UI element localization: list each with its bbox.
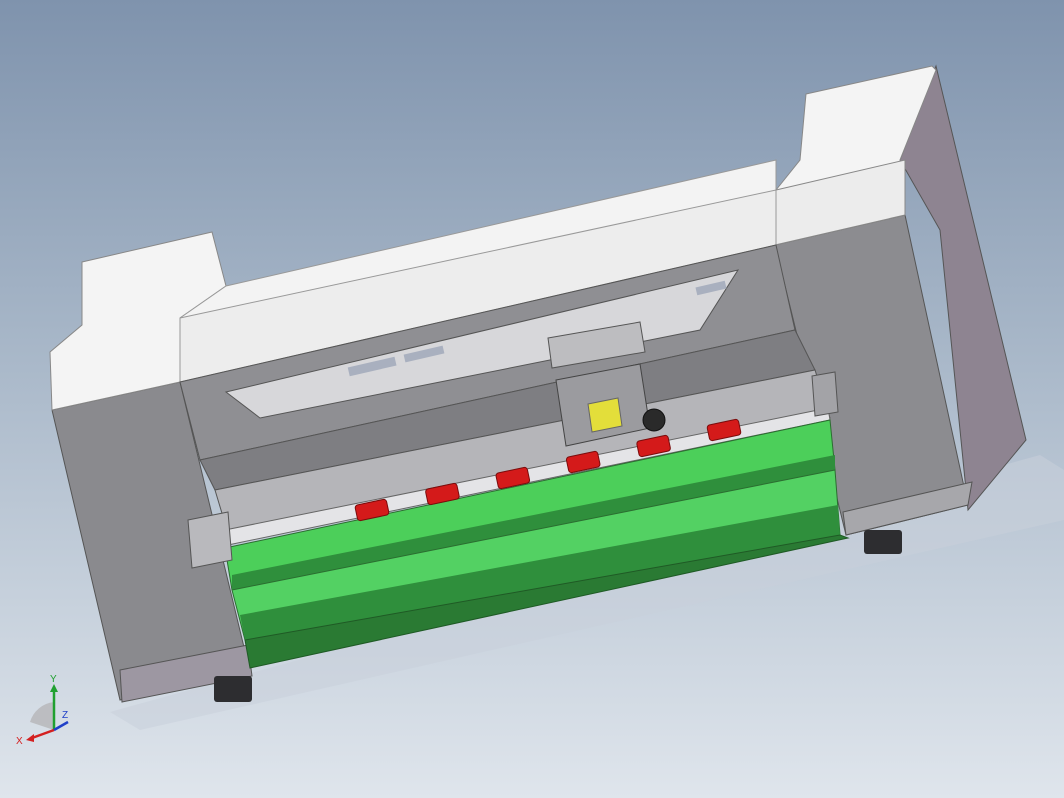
y-axis-head — [50, 684, 58, 692]
triad-sector — [30, 702, 54, 730]
axis-triad: Y X Z — [16, 674, 69, 747]
carriage-knob — [642, 408, 666, 432]
x-axis-arrow — [31, 728, 55, 740]
cad-viewport[interactable]: Y X Z — [0, 0, 1064, 798]
left-side-fixture — [187, 511, 233, 569]
foot-left — [214, 676, 252, 702]
z-axis-label: Z — [62, 710, 68, 721]
x-axis-head — [26, 734, 34, 742]
printer-3d-model[interactable] — [0, 0, 1064, 798]
x-axis-label: X — [16, 736, 23, 747]
z-axis-arrow — [53, 720, 69, 732]
print-head-cartridge — [587, 397, 623, 433]
foot-right — [864, 530, 902, 554]
right-side-fixture — [811, 371, 839, 417]
y-axis-label: Y — [50, 674, 57, 685]
